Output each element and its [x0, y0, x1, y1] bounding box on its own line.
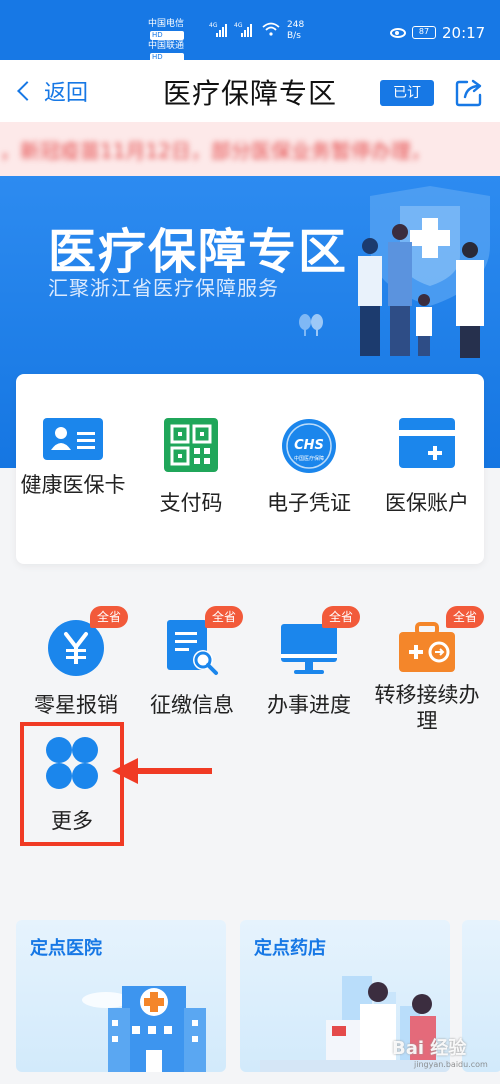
wifi-icon	[262, 22, 280, 36]
qr-code-icon	[164, 418, 218, 472]
province-badge: 全省	[322, 606, 361, 628]
share-icon[interactable]	[454, 78, 484, 108]
service-more[interactable]: 更多	[24, 734, 120, 834]
subscribed-button[interactable]: 已订	[380, 80, 434, 106]
province-badge: 全省	[446, 606, 485, 628]
province-badge: 全省	[90, 606, 129, 628]
family-doctor-illustration	[358, 186, 490, 358]
health-card-icon	[43, 418, 103, 460]
service-label: 支付码	[159, 491, 223, 515]
status-bar: 中国电信 HD 中国联通 HD 4G 4G 248 B/s 87 20:17	[0, 0, 500, 62]
hd-badge: HD	[150, 31, 185, 40]
carrier-2: 中国联通	[148, 41, 185, 51]
service-label: 更多	[51, 809, 93, 833]
service-label: 征缴信息	[150, 693, 234, 717]
service-label: 转移接续办理	[374, 683, 480, 733]
eye-comfort-icon	[390, 28, 406, 38]
partial-card[interactable]	[462, 920, 500, 1072]
service-label: 办事进度	[267, 693, 351, 717]
chs-icon: CHS 中国医疗保障	[282, 419, 336, 473]
service-label: 医保账户	[385, 491, 469, 515]
wallet-icon	[399, 418, 455, 468]
province-badge: 全省	[205, 606, 244, 628]
notice-text: ，新冠疫苗11月12日，部分医保业务暂停办理，	[0, 139, 431, 163]
speed-value: 248	[287, 20, 305, 30]
signal-icon	[241, 24, 252, 37]
service-reimbursement[interactable]: 零星报销 全省	[22, 606, 130, 718]
speed-unit: B/s	[287, 31, 301, 41]
navigation-bar: 返回 医疗保障专区 已订	[0, 60, 500, 122]
chs-logo-text: CHS	[294, 438, 324, 453]
service-medical-account[interactable]: 医保账户	[372, 418, 482, 516]
main-services-card: 健康医保卡 支付码 CHS 中国医疗保障 电子凭证 医保账户	[16, 374, 484, 564]
service-health-card[interactable]: 健康医保卡	[18, 418, 128, 498]
service-e-voucher[interactable]: CHS 中国医疗保障 电子凭证	[254, 418, 364, 516]
notice-banner[interactable]: ，新冠疫苗11月12日，部分医保业务暂停办理，	[0, 122, 500, 176]
hospital-illustration	[82, 986, 206, 1072]
signal-icon	[216, 24, 227, 37]
watermark-url: jingyan.baidu.com	[414, 1060, 488, 1069]
clock: 20:17	[442, 24, 486, 42]
designated-hospital-card[interactable]: 定点医院	[16, 920, 226, 1072]
red-arrow-annotation	[112, 758, 212, 784]
carrier-1: 中国电信	[148, 19, 185, 29]
service-label: 零星报销	[34, 693, 118, 717]
chs-logo-subtext: 中国医疗保障	[294, 455, 324, 462]
service-payment-info[interactable]: 征缴信息 全省	[137, 606, 247, 718]
tree-illustration	[299, 314, 323, 336]
network-speed: 248 B/s	[287, 20, 304, 42]
battery-icon: 87	[412, 26, 436, 39]
more-icon	[46, 737, 98, 789]
service-progress[interactable]: 办事进度 全省	[254, 606, 364, 718]
service-label: 电子凭证	[267, 491, 351, 515]
service-label: 健康医保卡	[20, 473, 126, 497]
service-transfer[interactable]: 转移接续办理 全省	[366, 606, 488, 734]
carrier-info: 中国电信 HD 中国联通 HD	[148, 18, 185, 62]
service-pay-code[interactable]: 支付码	[136, 418, 246, 516]
watermark-logo: Bai 经验	[392, 1038, 467, 1059]
banner-subtitle: 汇聚浙江省医疗保障服务	[48, 276, 279, 300]
